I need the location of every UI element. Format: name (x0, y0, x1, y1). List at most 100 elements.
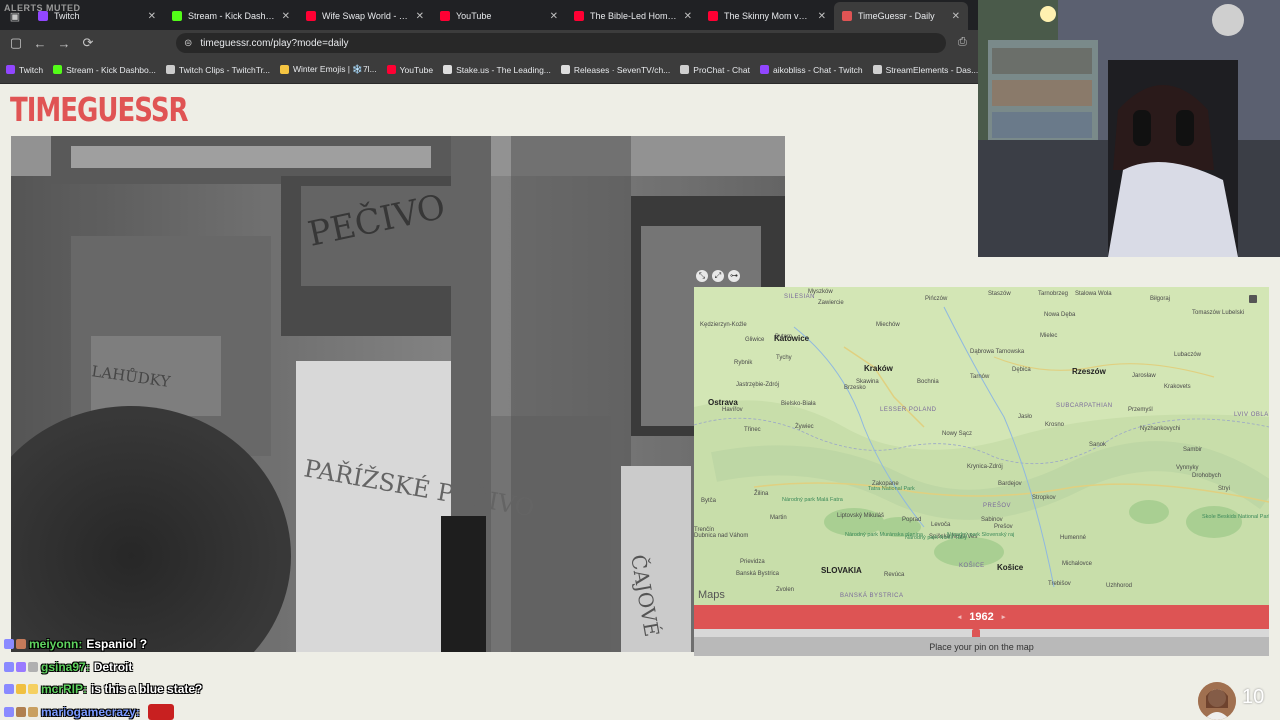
chat-badges (4, 706, 38, 717)
browser-tab[interactable]: TimeGuessr - Daily ✕ (834, 2, 968, 30)
map-label: Rzeszów (1072, 367, 1106, 376)
map-label: SUBCARPATHIAN (1056, 403, 1113, 409)
tab-favicon-icon (172, 11, 182, 21)
map-label: Rybnik (734, 360, 753, 366)
bookmark-favicon-icon (680, 65, 690, 74)
map-label: Bytom (775, 334, 793, 340)
sidebar-toggle-icon[interactable]: ▢ (4, 35, 28, 51)
map-label: Zawiercie (818, 300, 844, 306)
browser-tab[interactable]: Wife Swap World - YouTub ✕ (298, 2, 432, 30)
bookmark-item[interactable]: StreamElements - Das... (872, 65, 978, 75)
browser-tab[interactable]: Twitch ✕ (30, 2, 164, 30)
chat-badge-icon (28, 706, 38, 717)
chat-username[interactable]: mariogamecrazy: (41, 705, 140, 719)
tab-close-icon[interactable]: ✕ (148, 11, 156, 22)
reload-icon[interactable]: ⟳ (76, 35, 100, 51)
year-slider[interactable] (694, 629, 1269, 639)
map-label: Bochnia (917, 379, 939, 385)
tab-close-icon[interactable]: ✕ (550, 11, 558, 22)
place-pin-button[interactable]: Place your pin on the map (694, 637, 1269, 656)
bookmark-item[interactable]: Twitch (6, 65, 43, 75)
guess-map[interactable]: Katowice Kraków Rzeszów Ostrava Košice SLOVAK… (694, 287, 1269, 605)
map-label: Nowy Sącz (942, 431, 973, 437)
map-label: Stropkov (1032, 495, 1056, 501)
year-display: ◂ 1962 ▸ (694, 605, 1269, 629)
bookmark-item[interactable]: Winter Emojis | ❄️7l... (280, 64, 377, 75)
shrink-map-icon[interactable]: ⤢ (712, 270, 724, 282)
bookmark-favicon-icon (872, 65, 882, 74)
map-label: Prešov (994, 524, 1013, 530)
back-icon[interactable]: ← (28, 36, 52, 51)
tab-favicon-icon (38, 11, 48, 21)
chat-username[interactable]: gsina97: (41, 660, 90, 674)
tab-title: Twitch (54, 11, 80, 21)
browser-tab[interactable]: Stream - Kick Dashboa ✕ (164, 2, 298, 30)
tab-close-icon[interactable]: ✕ (952, 11, 960, 22)
tab-title: The Bible-Led Home vs. The (590, 11, 678, 21)
tab-title: Wife Swap World - YouTub (322, 11, 410, 21)
browser-tab[interactable]: YouTube ✕ (432, 2, 566, 30)
bookmark-favicon-icon (53, 65, 63, 74)
chat-username[interactable]: mcrRIP: (41, 682, 87, 696)
chat-badge-icon (28, 661, 38, 672)
timeguessr-logo[interactable]: TIMEGUESSR (10, 92, 189, 130)
tab-close-icon[interactable]: ✕ (684, 11, 692, 22)
bookmark-item[interactable]: Stream - Kick Dashbo... (53, 65, 156, 75)
bookmark-item[interactable]: Twitch Clips - TwitchTr... (165, 65, 270, 75)
bookmark-item[interactable]: ProChat - Chat (680, 65, 750, 75)
chat-text: Detroit (93, 659, 133, 674)
bookmark-label: YouTube (399, 64, 434, 75)
expand-map-icon[interactable]: ⤡ (696, 270, 708, 282)
bookmark-favicon-icon (386, 65, 396, 74)
map-label: SILESIAN (784, 294, 816, 300)
bookmark-label: Stake.us - The Leading... (456, 64, 551, 75)
map-label: Humenné (1060, 535, 1087, 541)
map-label: Biłgoraj (1150, 296, 1171, 302)
map-label: Tychy (776, 355, 792, 361)
chat-text: is this a blue state? (91, 682, 203, 697)
tab-strip: ALERTS MUTED ▣ Twitch ✕ Stream - Kick Dash… (0, 0, 978, 30)
map-label: Jastrzębie-Zdrój (736, 382, 780, 388)
chat-badges (4, 639, 26, 650)
map-label: Gliwice (745, 337, 765, 343)
map-label: Národný park Malá Fatra (782, 497, 843, 503)
bookmark-item[interactable]: YouTube (386, 64, 434, 75)
map-label: Bytča (701, 498, 717, 504)
chat-badge-icon (16, 661, 26, 672)
map-label: Vynnyky (1176, 465, 1199, 471)
map-label: Ostrava (708, 398, 738, 407)
year-decrease-icon[interactable]: ◂ (958, 613, 962, 621)
browser-tab[interactable]: The Skinny Mom vs The He ✕ (700, 2, 834, 30)
map-label: Bielsko-Biała (781, 401, 816, 407)
map-label: Zvolen (776, 587, 795, 593)
photo-image: PEČIVO LAHŮDKY PAŘÍŽSKÉ PEČIVO ČAJOVÉ (11, 136, 785, 652)
tab-favicon-icon (574, 11, 584, 21)
chat-badge-icon (16, 639, 26, 650)
map-label: Kraków (864, 364, 893, 373)
tab-close-icon[interactable]: ✕ (416, 11, 424, 22)
bookmark-item[interactable]: aikobliss - Chat - Twitch (759, 65, 863, 75)
chat-username[interactable]: meiyonn: (29, 637, 82, 651)
install-app-icon[interactable]: ⎙ (958, 36, 967, 49)
historical-photo[interactable]: PEČIVO LAHŮDKY PAŘÍŽSKÉ PEČIVO ČAJOVÉ (11, 136, 785, 652)
browser-tab[interactable]: The Bible-Led Home vs. The ✕ (566, 2, 700, 30)
bookmark-label: Stream - Kick Dashbo... (66, 64, 156, 75)
address-bar[interactable]: ⊜ timeguessr.com/play?mode=daily (176, 33, 946, 53)
browser-toolbar: ▢ ← → ⟳ ⊜ timeguessr.com/play?mode=daily… (0, 30, 978, 56)
tab-close-icon[interactable]: ✕ (282, 11, 290, 22)
map-label: Nyzhankovychi (1140, 426, 1181, 432)
map-label: PREŠOV (983, 503, 1012, 509)
chat-message: mcrRIP: is this a blue state? (4, 678, 304, 701)
chat-badge-icon (4, 684, 14, 695)
bookmark-item[interactable]: Releases · SevenTV/ch... (560, 65, 670, 75)
map-layers-icon[interactable] (1249, 295, 1257, 303)
site-info-icon[interactable]: ⊜ (184, 38, 192, 49)
map-label: Dubnica nad Váhom (694, 533, 749, 539)
year-increase-icon[interactable]: ▸ (1002, 613, 1006, 621)
pin-map-icon[interactable]: ⊶ (728, 270, 740, 282)
chat-badge-icon (16, 684, 26, 695)
tab-close-icon[interactable]: ✕ (818, 11, 826, 22)
bookmark-item[interactable]: Stake.us - The Leading... (443, 65, 551, 75)
forward-icon[interactable]: → (52, 36, 76, 51)
map-label: Sanok (1089, 442, 1107, 448)
